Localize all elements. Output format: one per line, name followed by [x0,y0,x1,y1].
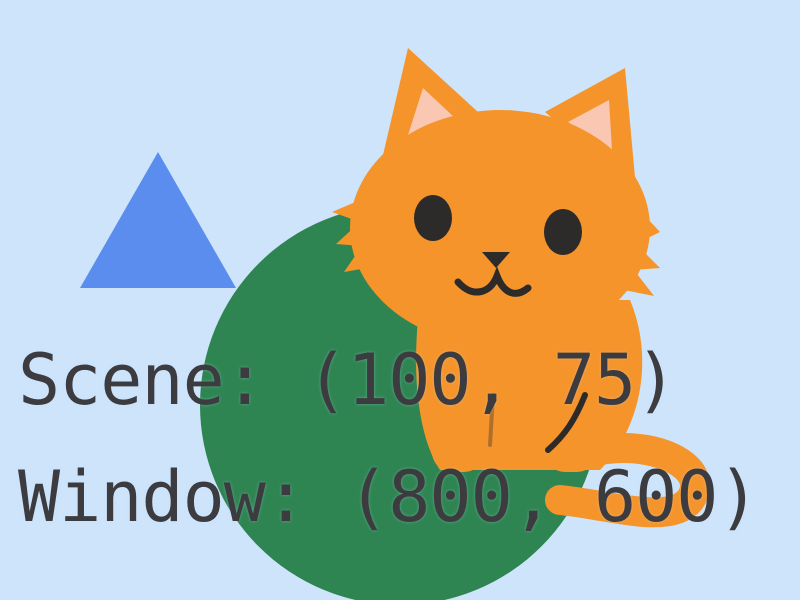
scene-coordinates-label: Scene: (100, 75) [18,339,677,421]
window-size-label: Window: (800, 600) [18,456,760,538]
game-viewport[interactable]: Scene: (100, 75) Window: (800, 600) [0,0,800,600]
triangle-icon [80,152,236,288]
